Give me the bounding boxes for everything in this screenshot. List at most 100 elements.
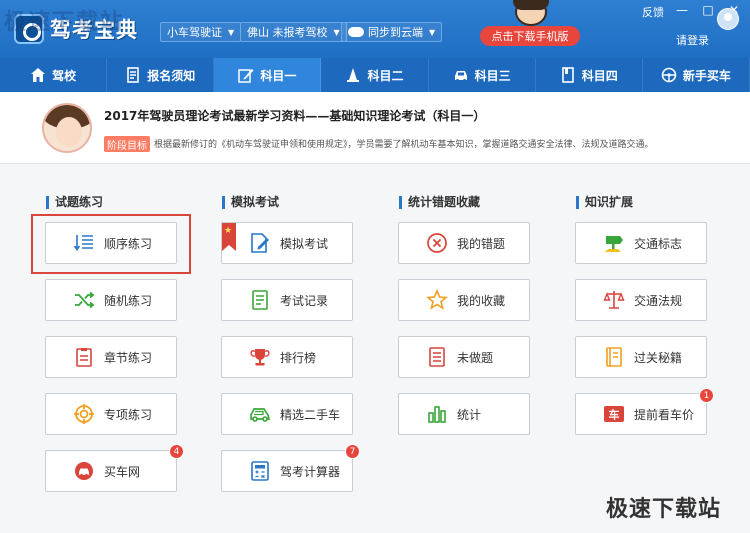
button-label: 提前看车价 — [634, 407, 695, 422]
sync-cloud-button[interactable]: 同步到云端 ▼ — [341, 22, 443, 42]
location-value: 佛山 未报考驾校 — [247, 26, 328, 39]
nav-label: 报名须知 — [147, 68, 196, 83]
target-icon — [72, 402, 96, 426]
edit-icon — [238, 67, 254, 83]
nav-item-subject-three[interactable]: 科目三 — [429, 58, 536, 92]
nav-item-subject-four[interactable]: 科目四 — [536, 58, 643, 92]
chevron-down-icon: ▼ — [228, 27, 235, 37]
sync-label: 同步到云端 — [368, 26, 423, 39]
nav-item-registration[interactable]: 报名须知 — [107, 58, 215, 92]
button-label: 我的错题 — [457, 236, 506, 251]
button-label: 随机练习 — [104, 293, 153, 308]
nav-label: 驾校 — [52, 68, 77, 83]
traffic-signs-button[interactable]: 交通标志 — [575, 222, 707, 264]
button-label: 交通标志 — [634, 236, 683, 251]
goal-badge: 阶段目标 — [104, 136, 150, 152]
button-label: 专项练习 — [104, 407, 153, 422]
guide-book-icon — [602, 345, 626, 369]
button-label: 驾考计算器 — [280, 464, 341, 479]
chapter-practice-button[interactable]: 章节练习 — [45, 336, 177, 378]
button-label: 精选二手车 — [280, 407, 341, 422]
watermark-top: 极速下载站 — [4, 10, 125, 35]
leaderboard-button[interactable]: 排行榜 — [221, 336, 353, 378]
car-market-button[interactable]: 买车网 — [45, 450, 177, 492]
nav-label: 新手买车 — [682, 68, 731, 83]
used-car-button[interactable]: 精选二手车 — [221, 393, 353, 435]
button-label: 排行榜 — [280, 350, 317, 365]
column-title-mock-exam: 模拟考试 — [222, 196, 279, 209]
star-icon — [425, 288, 449, 312]
shuffle-icon — [72, 288, 96, 312]
random-practice-button[interactable]: 随机练习 — [45, 279, 177, 321]
nav-item-buy-car[interactable]: 新手买车 — [643, 58, 750, 92]
button-label: 我的收藏 — [457, 293, 506, 308]
undone-icon — [425, 345, 449, 369]
instructor-avatar — [42, 103, 92, 153]
minimize-button[interactable]: — — [674, 3, 690, 17]
button-label: 章节练习 — [104, 350, 153, 365]
nav-item-driving-school[interactable]: 驾校 — [0, 58, 108, 92]
car-price-button[interactable]: 车 提前看车价 — [575, 393, 707, 435]
chevron-down-icon: ▼ — [429, 27, 436, 37]
column-title-practice: 试题练习 — [46, 196, 103, 209]
car-price-icon: 车 — [602, 402, 626, 426]
chevron-down-icon: ▼ — [333, 27, 340, 37]
subject-banner: 2017年驾驶员理论考试最新学习资料——基础知识理论考试（科目一） 阶段目标 根… — [0, 92, 750, 164]
button-label: 交通法规 — [634, 293, 683, 308]
column-title-knowledge: 知识扩展 — [576, 196, 633, 209]
car-icon — [453, 67, 469, 83]
user-avatar-icon[interactable] — [717, 8, 739, 30]
home-icon — [30, 67, 46, 83]
button-label: 过关秘籍 — [634, 350, 683, 365]
button-label: 统计 — [457, 407, 482, 422]
undone-questions-button[interactable]: 未做题 — [398, 336, 530, 378]
svg-text:车: 车 — [609, 408, 620, 422]
location-dropdown[interactable]: 佛山 未报考驾校 ▼ — [240, 22, 347, 42]
feedback-link[interactable]: 反馈 — [642, 4, 664, 20]
nav-item-subject-one[interactable]: 科目一 — [214, 58, 322, 92]
nav-label: 科目三 — [474, 68, 511, 83]
list-order-icon — [72, 231, 96, 255]
nav-label: 科目四 — [581, 68, 618, 83]
banner-title: 2017年驾驶员理论考试最新学习资料——基础知识理论考试（科目一） — [104, 109, 486, 123]
calculator-button[interactable]: 驾考计算器 — [221, 450, 353, 492]
title-bar: 驾考宝典 极速下载站 小车驾驶证 ▼ 佛山 未报考驾校 ▼ 同步到云端 ▼ 点击… — [0, 0, 750, 58]
trophy-icon — [248, 345, 272, 369]
login-link[interactable]: 请登录 — [676, 32, 709, 48]
button-label: 顺序练习 — [104, 236, 153, 251]
statistics-button[interactable]: 统计 — [398, 393, 530, 435]
sequential-practice-button[interactable]: 顺序练习 — [45, 222, 177, 264]
traffic-laws-button[interactable]: 交通法规 — [575, 279, 707, 321]
mock-exam-button[interactable]: ★ 模拟考试 — [221, 222, 353, 264]
my-favorites-button[interactable]: 我的收藏 — [398, 279, 530, 321]
column-title-statistics: 统计错题收藏 — [399, 196, 480, 209]
cloud-icon — [348, 27, 364, 37]
button-label: 考试记录 — [280, 293, 329, 308]
document-icon — [125, 67, 141, 83]
exam-edit-icon — [248, 231, 272, 255]
button-label: 未做题 — [457, 350, 494, 365]
license-type-dropdown[interactable]: 小车驾驶证 ▼ — [160, 22, 242, 42]
pass-guide-button[interactable]: 过关秘籍 — [575, 336, 707, 378]
traffic-sign-icon — [602, 231, 626, 255]
nav-item-subject-two[interactable]: 科目二 — [321, 58, 429, 92]
banner-description: 根据最新修订的《机动车驾驶证申领和使用规定》，学员需要了解机动车基本知识，掌握道… — [154, 140, 654, 150]
maximize-button[interactable]: □ — [700, 3, 716, 17]
car-market-badge: 4 — [169, 444, 184, 459]
nav-label: 科目二 — [367, 68, 404, 83]
scales-icon — [602, 288, 626, 312]
cone-icon — [345, 67, 361, 83]
chapter-icon — [72, 345, 96, 369]
nav-label: 科目一 — [260, 68, 297, 83]
calculator-badge: 7 — [345, 444, 360, 459]
bar-chart-icon — [425, 402, 449, 426]
car-search-icon — [72, 459, 96, 483]
watermark-bottom: 极速下载站 — [606, 497, 722, 522]
special-practice-button[interactable]: 专项练习 — [45, 393, 177, 435]
record-icon — [248, 288, 272, 312]
button-label: 买车网 — [104, 464, 141, 479]
wrong-icon — [425, 231, 449, 255]
my-mistakes-button[interactable]: 我的错题 — [398, 222, 530, 264]
exam-record-button[interactable]: 考试记录 — [221, 279, 353, 321]
download-mobile-button[interactable]: 点击下载手机版 — [480, 26, 580, 46]
